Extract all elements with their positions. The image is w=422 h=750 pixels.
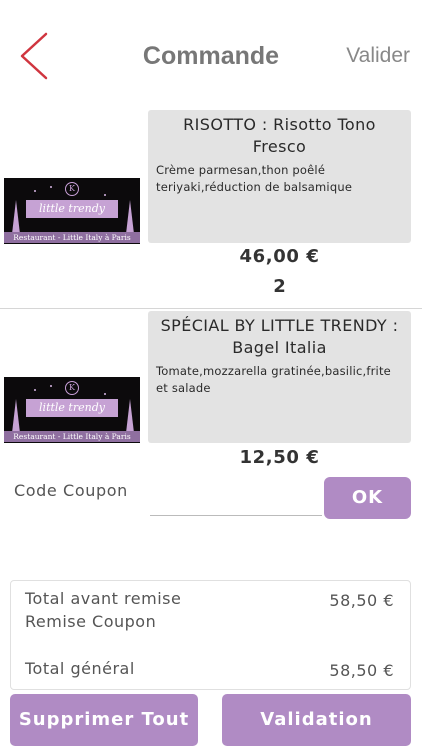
logo-banner: little trendy <box>26 399 118 417</box>
grand-total-value: 58,50 € <box>329 661 394 680</box>
coupon-discount-label: Remise Coupon <box>25 612 157 631</box>
logo-tagline: Restaurant - Little Italy à Paris <box>4 232 140 243</box>
delete-all-button[interactable]: Supprimer Tout <box>10 694 198 746</box>
restaurant-logo: K little trendy Restaurant - Little Ital… <box>4 178 140 244</box>
coupon-input[interactable] <box>150 486 322 516</box>
coupon-label: Code Coupon <box>14 481 128 500</box>
item-card[interactable]: SPÉCIAL BY LITTLE TRENDY : Bagel Italia … <box>148 311 411 443</box>
item-description: Crème parmesan,thon poêlé teriyaki,réduc… <box>156 163 353 194</box>
logo-tagline: Restaurant - Little Italy à Paris <box>4 431 140 442</box>
item-name: RISOTTO : Risotto Tono Fresco <box>183 115 376 156</box>
coupon-ok-button[interactable]: OK <box>324 477 411 519</box>
divider <box>0 308 422 309</box>
item-quantity: 2 <box>273 276 286 297</box>
grand-total-label: Total général <box>25 659 135 678</box>
totals-panel: Total avant remise 58,50 € Remise Coupon… <box>10 580 411 690</box>
total-before-discount-value: 58,50 € <box>329 591 394 610</box>
logo-crest-icon: K <box>65 381 79 395</box>
item-price: 12,50 € <box>239 447 320 468</box>
item-card[interactable]: RISOTTO : Risotto Tono Fresco Crème parm… <box>148 110 411 243</box>
item-description: Tomate,mozzarella gratinée,basilic,frite… <box>156 364 391 395</box>
logo-banner: little trendy <box>26 200 118 218</box>
validation-button[interactable]: Validation <box>222 694 411 746</box>
logo-crest-icon: K <box>65 182 79 196</box>
restaurant-logo: K little trendy Restaurant - Little Ital… <box>4 377 140 443</box>
header: Commande Valider <box>0 0 422 100</box>
total-before-discount-label: Total avant remise <box>25 589 182 608</box>
item-price: 46,00 € <box>239 246 320 267</box>
validate-button[interactable]: Valider <box>346 44 410 68</box>
item-name: SPÉCIAL BY LITTLE TRENDY : Bagel Italia <box>160 316 399 357</box>
